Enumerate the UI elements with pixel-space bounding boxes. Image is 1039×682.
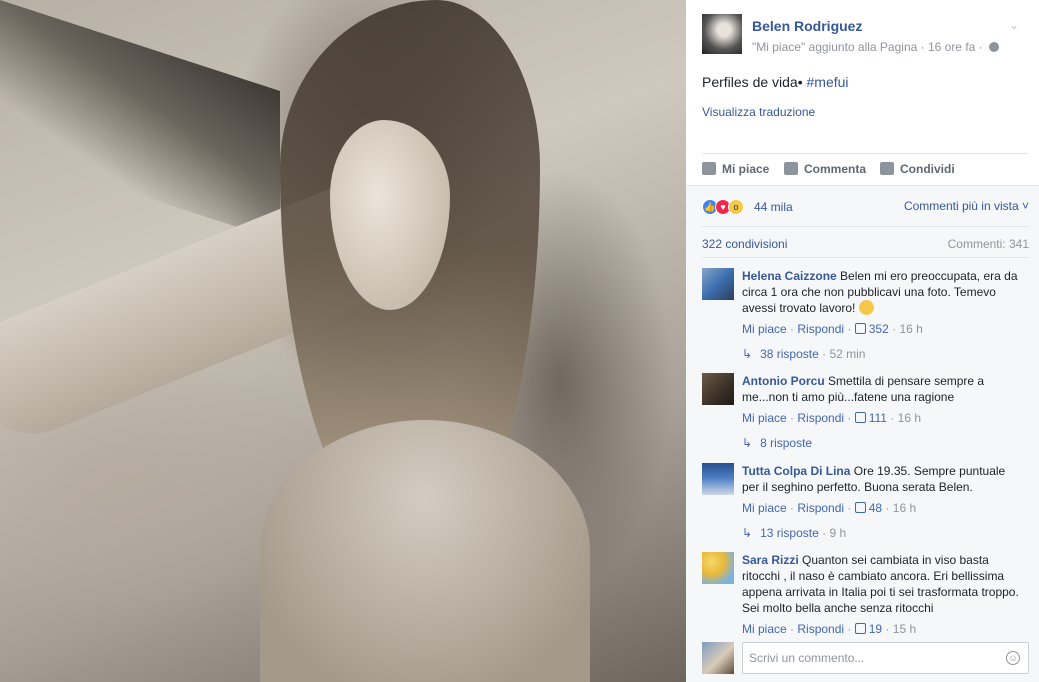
comment-author[interactable]: Tutta Colpa Di Lina <box>742 464 850 478</box>
thumbs-up-icon <box>702 162 716 175</box>
share-button[interactable]: Condividi <box>880 162 955 176</box>
comment-input-box[interactable]: ☺ <box>742 642 1029 674</box>
comment-time: 16 h <box>899 322 923 336</box>
comment-likes[interactable]: 352 <box>854 322 889 336</box>
comment-actions: Mi piace · Rispondi · 19 · 15 h <box>742 622 917 636</box>
comment-likes-count: 19 <box>868 622 883 636</box>
chevron-down-icon[interactable]: ⌄ <box>1009 18 1019 32</box>
share-arrow-icon <box>880 162 894 175</box>
reply-arrow-icon: ↳ <box>742 526 753 540</box>
photo-window-shadow <box>0 0 280 241</box>
comment-likes-count: 352 <box>868 322 889 336</box>
reply-arrow-icon: ↳ <box>742 436 753 450</box>
comment-likes[interactable]: 111 <box>854 411 887 425</box>
replies-count[interactable]: 13 risposte <box>760 526 819 540</box>
comment-reply-link[interactable]: Rispondi <box>797 411 844 425</box>
current-user-avatar[interactable] <box>702 642 734 674</box>
wow-reaction-icon: o <box>728 199 744 215</box>
globe-icon <box>989 42 999 52</box>
like-button[interactable]: Mi piace <box>702 162 769 176</box>
comment-input[interactable] <box>743 643 993 673</box>
comment-body: Tutta Colpa Di Lina Ore 19.35. Sempre pu… <box>742 463 1024 495</box>
comment-replies[interactable]: ↳ 8 risposte <box>742 436 812 450</box>
comment-body: Antonio Porcu Smettila di pensare sempre… <box>742 373 1024 405</box>
comment-time: 16 h <box>892 501 917 515</box>
comment-avatar[interactable] <box>702 373 734 405</box>
replies-count[interactable]: 38 risposte <box>760 347 819 361</box>
comment-author[interactable]: Sara Rizzi <box>742 553 799 567</box>
comment-time: 15 h <box>892 622 917 636</box>
replies-time: 52 min <box>829 347 866 361</box>
smiley-icon <box>858 300 874 315</box>
reactions-count[interactable]: 44 mila <box>754 200 793 214</box>
comment-time: 16 h <box>897 411 922 425</box>
comment-replies[interactable]: ↳ 38 risposte · 52 min <box>742 347 865 361</box>
comment-author[interactable]: Antonio Porcu <box>742 374 825 388</box>
post-header: Belen Rodriguez "Mi piace" aggiunto alla… <box>702 12 1027 60</box>
post-text: Perfiles de vida• #mefui <box>702 74 849 90</box>
comment-likes[interactable]: 19 <box>854 622 883 636</box>
replies-time: 9 h <box>829 526 847 540</box>
comment-actions: Mi piace · Rispondi · 111 · 16 h <box>742 411 922 425</box>
divider <box>702 257 1029 258</box>
comment-like-link[interactable]: Mi piace <box>742 622 787 636</box>
author-name[interactable]: Belen Rodriguez <box>752 18 862 34</box>
comment-avatar[interactable] <box>702 552 734 584</box>
comment-likes-count: 48 <box>868 501 883 515</box>
comment-like-link[interactable]: Mi piace <box>742 322 787 336</box>
comment-button[interactable]: Commenta <box>784 162 866 176</box>
speech-bubble-icon <box>784 162 798 175</box>
comment-avatar[interactable] <box>702 463 734 495</box>
thumbs-up-icon <box>854 412 866 423</box>
comment-reply-link[interactable]: Rispondi <box>797 622 844 636</box>
hashtag-link[interactable]: #mefui <box>807 74 849 90</box>
thumbs-up-icon <box>854 323 866 334</box>
comment-reply-link[interactable]: Rispondi <box>797 501 844 515</box>
post-text-body: Perfiles de vida• <box>702 74 803 90</box>
comment-actions: Mi piace · Rispondi · 48 · 16 h <box>742 501 917 515</box>
comment-like-link[interactable]: Mi piace <box>742 501 787 515</box>
comment-button-label: Commenta <box>804 162 867 176</box>
comment-author[interactable]: Helena Caizzone <box>742 269 837 283</box>
author-avatar[interactable] <box>702 14 742 54</box>
thumbs-up-icon <box>854 502 866 513</box>
translate-link[interactable]: Visualizza traduzione <box>702 105 815 119</box>
comment-avatar[interactable] <box>702 268 734 300</box>
like-button-label: Mi piace <box>722 162 770 176</box>
comment-reply-link[interactable]: Rispondi <box>797 322 844 336</box>
comment-replies[interactable]: ↳ 13 risposte · 9 h <box>742 526 846 540</box>
comments-count: Commenti: 341 <box>947 237 1029 251</box>
post-meta-text: "Mi piace" aggiunto alla Pagina · 16 ore… <box>752 40 983 54</box>
replies-count[interactable]: 8 risposte <box>760 436 812 450</box>
share-button-label: Condividi <box>900 162 955 176</box>
divider <box>702 226 1029 227</box>
reply-arrow-icon: ↳ <box>742 347 753 361</box>
comment-body: Helena Caizzone Belen mi ero preoccupata… <box>742 268 1024 316</box>
comments-sort-dropdown[interactable]: Commenti più in vista ˅ <box>904 199 1029 213</box>
comment-composer: ☺ <box>702 642 1029 674</box>
post-photo[interactable] <box>0 0 686 682</box>
smiley-icon[interactable]: ☺ <box>1006 651 1020 665</box>
comment-actions: Mi piace · Rispondi · 352 · 16 h <box>742 322 923 336</box>
photo-body <box>260 420 590 682</box>
comment-likes-count: 111 <box>868 411 887 425</box>
comment-body: Sara Rizzi Quanton sei cambiata in viso … <box>742 552 1024 616</box>
comment-like-link[interactable]: Mi piace <box>742 411 787 425</box>
post-meta: "Mi piace" aggiunto alla Pagina · 16 ore… <box>752 40 999 54</box>
comments-section: 👍 ♥ o 44 mila Commenti più in vista ˅ 32… <box>686 185 1039 682</box>
comment-likes[interactable]: 48 <box>854 501 883 515</box>
post-actions: Mi piace Commenta Condividi <box>702 153 1029 185</box>
thumbs-up-icon <box>854 623 866 634</box>
shares-count[interactable]: 322 condivisioni <box>702 237 787 251</box>
